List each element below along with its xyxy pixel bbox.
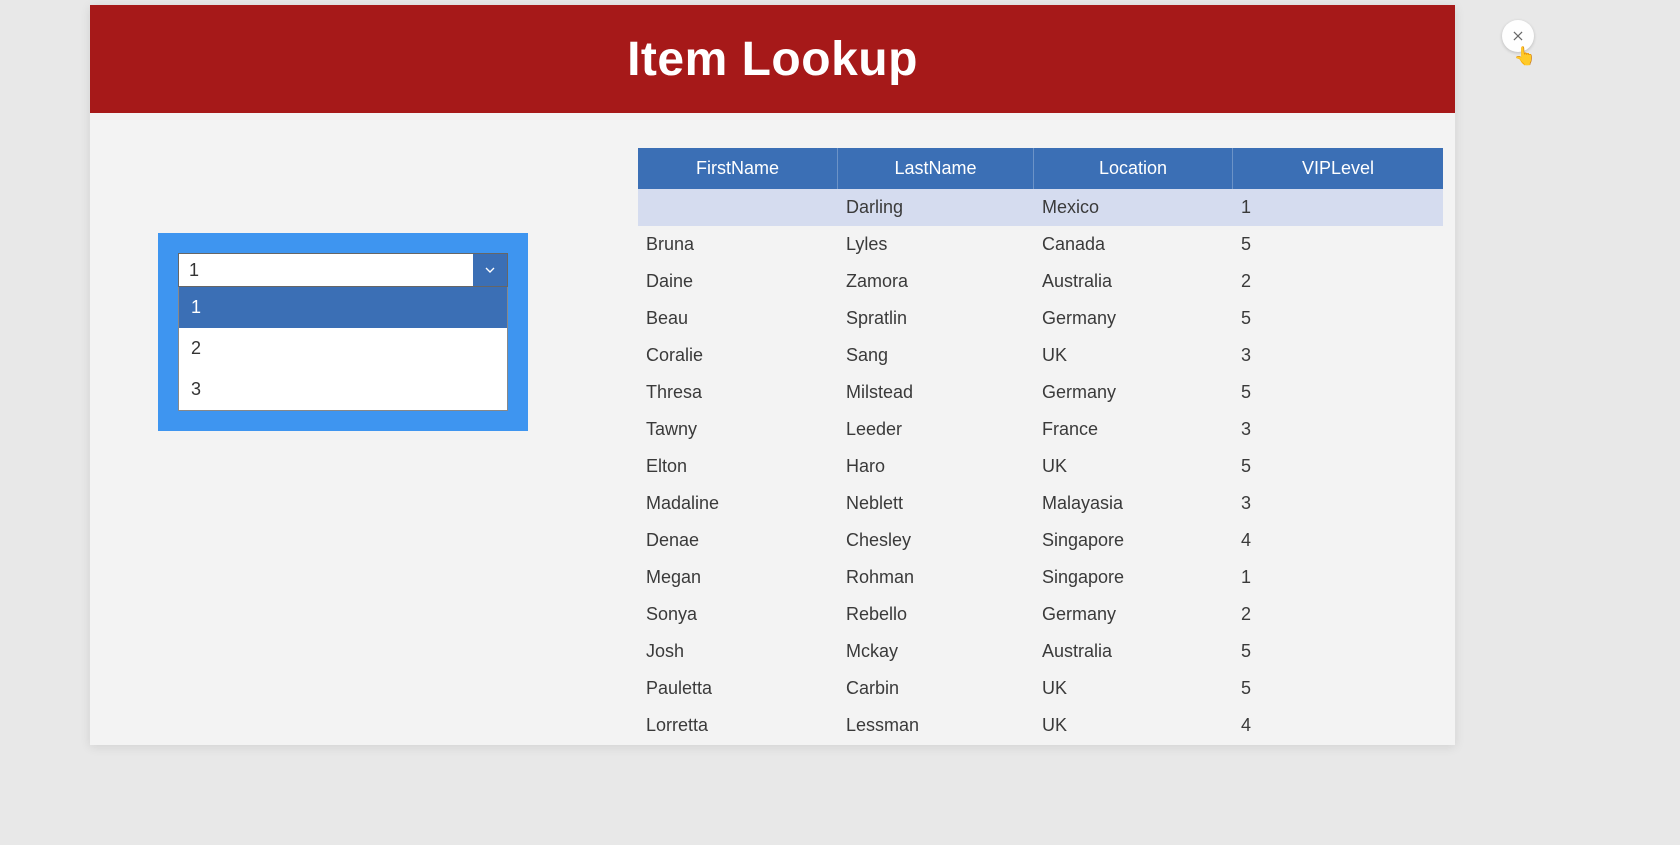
cell-firstname: Daine — [638, 265, 838, 298]
cell-viplevel: 2 — [1233, 265, 1443, 298]
table-row[interactable]: JoshMckayAustralia5 — [638, 633, 1443, 670]
table-row[interactable]: SonyaRebelloGermany2 — [638, 596, 1443, 633]
cell-lastname: Lessman — [838, 709, 1034, 742]
popup-title: Item Lookup — [627, 32, 918, 87]
cell-location: UK — [1034, 672, 1233, 705]
cell-firstname: Josh — [638, 635, 838, 668]
cell-lastname: Leeder — [838, 413, 1034, 446]
cell-lastname: Rohman — [838, 561, 1034, 594]
cell-firstname: Madaline — [638, 487, 838, 520]
cell-lastname: Haro — [838, 450, 1034, 483]
table-row[interactable]: ThresaMilsteadGermany5 — [638, 374, 1443, 411]
item-lookup-popup: Item Lookup 1 123 FirstName LastName Loc… — [90, 5, 1455, 745]
cell-viplevel: 1 — [1233, 191, 1443, 224]
cell-location: Singapore — [1034, 561, 1233, 594]
table-row[interactable]: BrunaLylesCanada5 — [638, 226, 1443, 263]
cell-location: Singapore — [1034, 524, 1233, 557]
cell-location: Germany — [1034, 598, 1233, 631]
table-row[interactable]: DenaeChesleySingapore4 — [638, 522, 1443, 559]
cell-lastname: Neblett — [838, 487, 1034, 520]
cell-location: Malayasia — [1034, 487, 1233, 520]
cell-viplevel: 4 — [1233, 709, 1443, 742]
dropdown-option[interactable]: 1 — [179, 287, 507, 328]
column-header-viplevel[interactable]: VIPLevel — [1233, 148, 1443, 189]
cell-firstname: Sonya — [638, 598, 838, 631]
cell-viplevel: 5 — [1233, 450, 1443, 483]
content-area: 1 123 FirstName LastName Location VIPLev… — [90, 113, 1455, 745]
cell-location: Germany — [1034, 376, 1233, 409]
cell-firstname: Denae — [638, 524, 838, 557]
column-header-location[interactable]: Location — [1034, 148, 1233, 189]
table-row[interactable]: CoralieSangUK3 — [638, 337, 1443, 374]
cell-location: Australia — [1034, 635, 1233, 668]
close-button[interactable] — [1502, 20, 1534, 52]
cell-location: UK — [1034, 709, 1233, 742]
cell-location: Australia — [1034, 265, 1233, 298]
data-table: FirstName LastName Location VIPLevel Dar… — [638, 148, 1443, 743]
dropdown-list: 123 — [178, 287, 508, 411]
table-row[interactable]: MeganRohmanSingapore1 — [638, 559, 1443, 596]
cell-lastname: Rebello — [838, 598, 1034, 631]
cell-viplevel: 3 — [1233, 413, 1443, 446]
cell-viplevel: 5 — [1233, 635, 1443, 668]
cell-lastname: Carbin — [838, 672, 1034, 705]
column-header-firstname[interactable]: FirstName — [638, 148, 838, 189]
cell-location: France — [1034, 413, 1233, 446]
cell-viplevel: 5 — [1233, 228, 1443, 261]
table-row[interactable]: DarlingMexico1 — [638, 189, 1443, 226]
table-row[interactable]: DaineZamoraAustralia2 — [638, 263, 1443, 300]
table-row[interactable]: PaulettaCarbinUK5 — [638, 670, 1443, 707]
cell-firstname: Megan — [638, 561, 838, 594]
dropdown-option[interactable]: 3 — [179, 369, 507, 410]
cell-lastname: Sang — [838, 339, 1034, 372]
table-row[interactable]: LorrettaLessmanUK4 — [638, 707, 1443, 743]
cell-lastname: Lyles — [838, 228, 1034, 261]
cell-viplevel: 3 — [1233, 487, 1443, 520]
cell-viplevel: 4 — [1233, 524, 1443, 557]
cell-firstname: Lorretta — [638, 709, 838, 742]
cell-lastname: Chesley — [838, 524, 1034, 557]
cell-firstname: Tawny — [638, 413, 838, 446]
cell-viplevel: 5 — [1233, 302, 1443, 335]
cell-firstname: Bruna — [638, 228, 838, 261]
cell-viplevel: 2 — [1233, 598, 1443, 631]
column-header-lastname[interactable]: LastName — [838, 148, 1034, 189]
cell-location: Germany — [1034, 302, 1233, 335]
dropdown-container: 1 123 — [158, 233, 528, 431]
table-row[interactable]: EltonHaroUK5 — [638, 448, 1443, 485]
table-row[interactable]: TawnyLeederFrance3 — [638, 411, 1443, 448]
cell-location: Canada — [1034, 228, 1233, 261]
table-header-row: FirstName LastName Location VIPLevel — [638, 148, 1443, 189]
cell-viplevel: 1 — [1233, 561, 1443, 594]
cell-firstname: Elton — [638, 450, 838, 483]
cell-location: UK — [1034, 339, 1233, 372]
cell-firstname: Beau — [638, 302, 838, 335]
dropdown-select[interactable]: 1 — [178, 253, 508, 287]
cell-lastname: Darling — [838, 191, 1034, 224]
table-body[interactable]: DarlingMexico1BrunaLylesCanada5DaineZamo… — [638, 189, 1443, 743]
cell-firstname: Coralie — [638, 339, 838, 372]
cell-lastname: Spratlin — [838, 302, 1034, 335]
cell-viplevel: 5 — [1233, 376, 1443, 409]
dropdown-control: 1 123 — [178, 253, 508, 411]
table-row[interactable]: MadalineNeblettMalayasia3 — [638, 485, 1443, 522]
cell-lastname: Zamora — [838, 265, 1034, 298]
cell-lastname: Milstead — [838, 376, 1034, 409]
cell-viplevel: 5 — [1233, 672, 1443, 705]
cell-viplevel: 3 — [1233, 339, 1443, 372]
close-icon — [1511, 29, 1525, 43]
cell-firstname: Thresa — [638, 376, 838, 409]
cell-location: Mexico — [1034, 191, 1233, 224]
cell-firstname: Pauletta — [638, 672, 838, 705]
table-row[interactable]: BeauSpratlinGermany5 — [638, 300, 1443, 337]
chevron-down-icon[interactable] — [473, 254, 507, 286]
cell-location: UK — [1034, 450, 1233, 483]
dropdown-option[interactable]: 2 — [179, 328, 507, 369]
popup-header: Item Lookup — [90, 5, 1455, 113]
dropdown-value: 1 — [179, 254, 473, 286]
cell-firstname — [638, 202, 838, 214]
cell-lastname: Mckay — [838, 635, 1034, 668]
